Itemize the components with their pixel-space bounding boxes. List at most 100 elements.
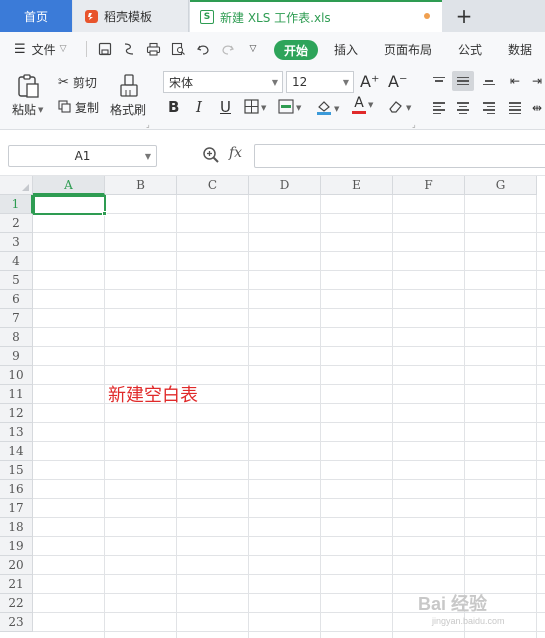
fill-handle[interactable]: [102, 211, 107, 216]
column-header-e[interactable]: E: [321, 176, 393, 195]
tab-start[interactable]: 开始: [274, 40, 318, 60]
row-header-21[interactable]: 21: [0, 575, 33, 594]
formula-bar: A1 ▼ fx: [0, 130, 545, 176]
align-left-button[interactable]: [428, 98, 450, 118]
fill-pattern-button[interactable]: ▼: [278, 99, 301, 117]
justify-icon: [509, 102, 521, 114]
align-top-button[interactable]: [428, 71, 450, 91]
ribbon: 粘贴 ▼ ✂ 剪切 复制 格式刷 ⌟ 宋体 ▼ 12 ▼ A⁺ A⁻ B I U…: [0, 66, 545, 130]
redo-icon[interactable]: [219, 40, 237, 58]
chevron-down-icon: ▼: [296, 104, 302, 112]
row-header-10[interactable]: 10: [0, 366, 33, 385]
name-box[interactable]: A1 ▼: [8, 145, 157, 167]
shrink-font-button[interactable]: A⁻: [388, 72, 407, 91]
row-header-15[interactable]: 15: [0, 461, 33, 480]
clipboard-group-expander[interactable]: ⌟: [146, 120, 150, 129]
new-tab-button[interactable]: +: [444, 0, 484, 32]
column-header-a[interactable]: A: [33, 176, 105, 195]
font-size-select[interactable]: 12 ▼: [286, 71, 354, 93]
zoom-icon[interactable]: [202, 146, 220, 164]
row-header-6[interactable]: 6: [0, 290, 33, 309]
cells-area[interactable]: [33, 195, 545, 638]
cut-button[interactable]: ✂ 剪切: [58, 74, 97, 91]
hamburger-icon: ☰: [14, 41, 26, 57]
row-header-13[interactable]: 13: [0, 423, 33, 442]
row-header-16[interactable]: 16: [0, 480, 33, 499]
tab-file[interactable]: S 新建 XLS 工作表.xls: [190, 0, 442, 32]
borders-button[interactable]: ▼: [244, 99, 266, 117]
bold-button[interactable]: B: [168, 98, 179, 116]
font-group-expander[interactable]: ⌟: [412, 120, 416, 129]
watermark-site: jingyan.baidu.com: [432, 616, 505, 626]
print-icon[interactable]: [144, 40, 162, 58]
tab-insert[interactable]: 插入: [334, 32, 358, 66]
export-pdf-icon[interactable]: [120, 40, 138, 58]
row-header-2[interactable]: 2: [0, 214, 33, 233]
save-icon[interactable]: [96, 40, 114, 58]
font-name-select[interactable]: 宋体 ▼: [163, 71, 283, 93]
row-header-7[interactable]: 7: [0, 309, 33, 328]
tab-page-layout[interactable]: 页面布局: [384, 32, 432, 66]
row-header-9[interactable]: 9: [0, 347, 33, 366]
increase-indent-button[interactable]: ⇥: [526, 71, 545, 91]
tab-data-label: 数据: [508, 42, 533, 57]
align-right-button[interactable]: [478, 98, 500, 118]
shrink-font-icon: A⁻: [388, 72, 408, 91]
row-header-22[interactable]: 22: [0, 594, 33, 613]
tab-page-layout-label: 页面布局: [384, 42, 433, 57]
row-header-19[interactable]: 19: [0, 537, 33, 556]
row-header-3[interactable]: 3: [0, 233, 33, 252]
row-header-18[interactable]: 18: [0, 518, 33, 537]
copy-icon: [58, 99, 71, 116]
column-header-c[interactable]: C: [177, 176, 249, 195]
align-middle-button[interactable]: [452, 71, 474, 91]
row-header-12[interactable]: 12: [0, 404, 33, 423]
fill-color-button[interactable]: ▼: [316, 99, 339, 118]
align-center-icon: [457, 102, 469, 114]
distribute-button[interactable]: ⇹: [526, 98, 545, 118]
justify-button[interactable]: [504, 98, 526, 118]
format-painter-icon[interactable]: [116, 72, 142, 100]
format-painter-button[interactable]: 格式刷: [110, 101, 146, 118]
row-header-8[interactable]: 8: [0, 328, 33, 347]
column-header-b[interactable]: B: [105, 176, 177, 195]
column-header-g[interactable]: G: [465, 176, 537, 195]
select-all-corner[interactable]: [0, 176, 33, 195]
file-menu-button[interactable]: ☰ 文件 ▽: [14, 32, 67, 66]
clear-format-button[interactable]: ▼: [388, 99, 411, 117]
active-cell[interactable]: [33, 195, 106, 215]
tab-formula[interactable]: 公式: [458, 32, 482, 66]
row-header-4[interactable]: 4: [0, 252, 33, 271]
tab-template[interactable]: 稻壳模板: [73, 0, 189, 32]
row-header-5[interactable]: 5: [0, 271, 33, 290]
row-header-14[interactable]: 14: [0, 442, 33, 461]
paste-icon[interactable]: [14, 72, 42, 100]
tab-data[interactable]: 数据: [508, 32, 532, 66]
grow-font-button[interactable]: A⁺: [360, 72, 379, 91]
customize-toolbar-icon[interactable]: ▽: [244, 40, 262, 58]
row-header-20[interactable]: 20: [0, 556, 33, 575]
decrease-indent-button[interactable]: ⇤: [504, 71, 526, 91]
formula-input[interactable]: [254, 144, 545, 168]
row-header-1[interactable]: 1: [0, 195, 33, 214]
row-header-23[interactable]: 23: [0, 613, 33, 632]
font-color-button[interactable]: A ▼: [352, 96, 373, 114]
italic-button[interactable]: I: [196, 98, 202, 116]
tab-template-label: 稻壳模板: [104, 9, 153, 24]
underline-button[interactable]: U: [220, 98, 231, 116]
column-header-d[interactable]: D: [249, 176, 321, 195]
align-center-button[interactable]: [452, 98, 474, 118]
font-size-value: 12: [292, 75, 308, 89]
align-bottom-button[interactable]: [478, 71, 500, 91]
print-preview-icon[interactable]: [169, 40, 187, 58]
column-header-f[interactable]: F: [393, 176, 465, 195]
insert-function-button[interactable]: fx: [229, 145, 242, 161]
undo-icon[interactable]: [194, 40, 212, 58]
copy-button[interactable]: 复制: [58, 99, 99, 116]
scissors-icon: ✂: [58, 75, 69, 90]
row-header-17[interactable]: 17: [0, 499, 33, 518]
paste-label: 粘贴: [12, 103, 37, 117]
row-header-11[interactable]: 11: [0, 385, 33, 404]
tab-home[interactable]: 首页: [0, 0, 72, 32]
paste-button[interactable]: 粘贴 ▼: [12, 101, 43, 118]
